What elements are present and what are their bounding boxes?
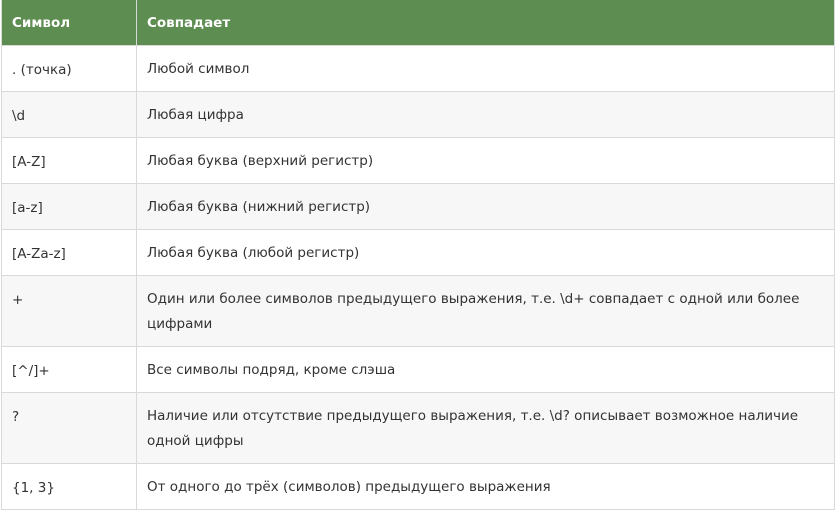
description-cell: Любая буква (верхний регистр) bbox=[136, 137, 835, 184]
description-cell: Все символы подряд, кроме слэша bbox=[136, 346, 835, 393]
regex-symbols-table: Символ Совпадает . (точка) Любой символ … bbox=[1, 0, 835, 510]
symbol-cell: [A-Za-z] bbox=[1, 229, 137, 276]
table-row: . (точка) Любой символ bbox=[1, 45, 835, 92]
symbol-cell: + bbox=[1, 275, 137, 347]
header-symbol: Символ bbox=[1, 0, 137, 46]
header-row: Символ Совпадает bbox=[1, 0, 835, 46]
table-row: [A-Z] Любая буква (верхний регистр) bbox=[1, 137, 835, 184]
table-body: . (точка) Любой символ \d Любая цифра [A… bbox=[1, 45, 835, 510]
table-row: {1, 3} От одного до трёх (символов) пред… bbox=[1, 463, 835, 510]
symbol-cell: ? bbox=[1, 392, 137, 464]
symbol-cell: [A-Z] bbox=[1, 137, 137, 184]
symbol-cell: [a-z] bbox=[1, 183, 137, 230]
table-row: ? Наличие или отсутствие предыдущего выр… bbox=[1, 392, 835, 464]
description-cell: Один или более символов предыдущего выра… bbox=[136, 275, 835, 347]
table-row: [^/]+ Все символы подряд, кроме слэша bbox=[1, 346, 835, 393]
description-cell: Любой символ bbox=[136, 45, 835, 92]
symbol-cell: [^/]+ bbox=[1, 346, 137, 393]
table-row: + Один или более символов предыдущего вы… bbox=[1, 275, 835, 347]
symbol-cell: \d bbox=[1, 91, 137, 138]
symbol-cell: {1, 3} bbox=[1, 463, 137, 510]
table-row: [A-Za-z] Любая буква (любой регистр) bbox=[1, 229, 835, 276]
table-row: [a-z] Любая буква (нижний регистр) bbox=[1, 183, 835, 230]
table-row: \d Любая цифра bbox=[1, 91, 835, 138]
description-cell: Любая буква (любой регистр) bbox=[136, 229, 835, 276]
description-cell: Любая цифра bbox=[136, 91, 835, 138]
description-cell: От одного до трёх (символов) предыдущего… bbox=[136, 463, 835, 510]
symbol-cell: . (точка) bbox=[1, 45, 137, 92]
table-header: Символ Совпадает bbox=[1, 0, 835, 46]
regex-symbols-table-container: Символ Совпадает . (точка) Любой символ … bbox=[1, 0, 835, 510]
description-cell: Наличие или отсутствие предыдущего выраж… bbox=[136, 392, 835, 464]
header-matches: Совпадает bbox=[136, 0, 835, 46]
description-cell: Любая буква (нижний регистр) bbox=[136, 183, 835, 230]
